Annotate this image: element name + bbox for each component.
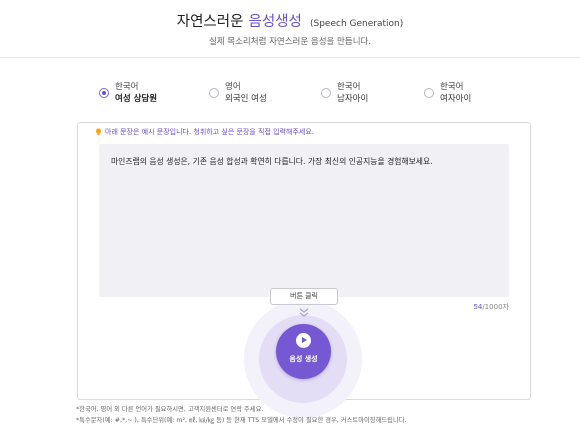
- voice-language: 한국어: [440, 82, 464, 92]
- title-accent: 음성생성: [248, 14, 302, 30]
- voice-name: 외국인 여성: [225, 94, 267, 104]
- page-subtitle: 실제 목소리처럼 자연스러운 음성을 만듭니다.: [208, 37, 372, 47]
- click-tooltip: 버튼 클릭: [270, 288, 338, 305]
- voice-language: 영어: [225, 82, 241, 92]
- voice-name: 여성 상담원: [115, 94, 158, 104]
- footnote-languages: *한국어, 영어 외 다른 언어가 필요하시면, 고객지원센터로 연락 주세요.: [76, 406, 264, 413]
- page-header: 자연스러운 음성생성 (Speech Generation) 실제 목소리처럼 …: [0, 0, 580, 58]
- example-hint: 아래 문장은 예시 문장입니다. 청취하고 싶은 문장을 직접 입력해주세요.: [95, 127, 314, 137]
- voice-language: 한국어: [115, 82, 139, 92]
- voice-name: 여자아이: [440, 94, 472, 104]
- generate-speech-button[interactable]: 음성 생성: [276, 324, 331, 379]
- char-limit: /1000자: [482, 303, 509, 311]
- text-input[interactable]: 마인즈랩의 음성 생성은, 기존 음성 합성과 확연히 다릅니다. 가장 최신의…: [99, 144, 509, 297]
- radio-selected[interactable]: [99, 88, 109, 98]
- page-title: 자연스러운 음성생성 (Speech Generation): [0, 10, 580, 31]
- voice-option-female-agent[interactable]: 한국어 여성 상담원: [99, 80, 157, 106]
- voice-label: 한국어 남자아이: [337, 81, 368, 105]
- generate-label: 음성 생성: [289, 355, 318, 363]
- title-english: (Speech Generation): [310, 19, 404, 29]
- character-counter: 54/1000자: [440, 302, 509, 312]
- voice-label: 영어 외국인 여성: [225, 81, 267, 105]
- voice-name: 남자아이: [337, 94, 369, 104]
- play-icon: [296, 333, 311, 348]
- voice-option-boy[interactable]: 한국어 남자아이: [321, 80, 368, 106]
- voice-label: 한국어 여자아이: [440, 81, 471, 105]
- chevron-down-icon: [299, 308, 309, 317]
- voice-language: 한국어: [337, 82, 361, 92]
- footnotes: *한국어, 영어 외 다른 언어가 필요하시면, 고객지원센터로 연락 주세요.…: [76, 405, 407, 426]
- lightbulb-icon: [95, 128, 102, 136]
- voice-selector: 한국어 여성 상담원 영어 외국인 여성 한국어 남자아이 한국어 여자아이: [0, 80, 580, 110]
- radio-unselected[interactable]: [321, 88, 331, 98]
- footnote-special-chars: *특수문자(예: #,*,~ ), 특수단위(예: m², ㎖, ㎉/㎏ 등) …: [76, 416, 407, 424]
- voice-option-foreign-female[interactable]: 영어 외국인 여성: [209, 80, 267, 106]
- radio-unselected[interactable]: [424, 88, 434, 98]
- voice-label: 한국어 여성 상담원: [115, 81, 157, 105]
- hint-text: 아래 문장은 예시 문장입니다. 청취하고 싶은 문장을 직접 입력해주세요.: [105, 128, 315, 136]
- voice-option-girl[interactable]: 한국어 여자아이: [424, 80, 471, 106]
- radio-unselected[interactable]: [209, 88, 219, 98]
- title-main: 자연스러운: [176, 14, 244, 30]
